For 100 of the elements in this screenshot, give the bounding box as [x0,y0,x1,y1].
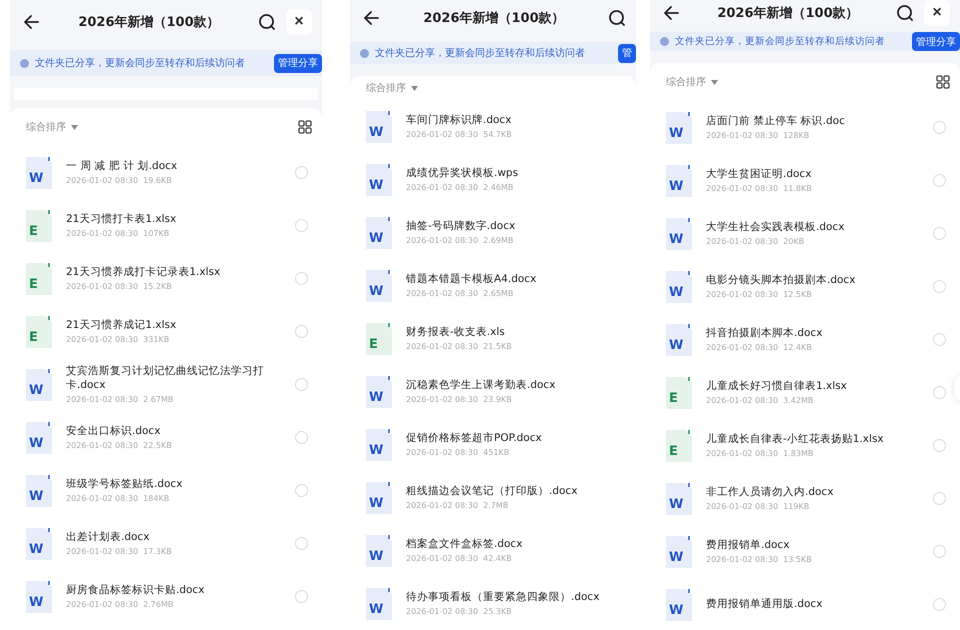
select-radio[interactable] [295,272,308,285]
word-file-icon: W [26,368,52,400]
file-row[interactable]: W 非工作人员请勿入内.docx 2026-01-02 08:30 119KB [666,472,950,525]
select-radio[interactable] [295,431,308,444]
file-row[interactable]: E 21天习惯养成记1.xlsx 2026-01-02 08:30 331KB [26,305,312,358]
file-meta: 2026-01-02 08:30 2.65MB [406,289,514,298]
back-arrow-icon[interactable] [362,9,380,28]
file-row[interactable]: W 一 周 减 肥 计 划.docx 2026-01-02 08:30 19.6KB [26,146,312,199]
search-icon[interactable] [896,4,914,22]
file-row[interactable]: W 费用报销单通用版.docx [666,578,950,630]
sort-dropdown[interactable]: 综合排序 [26,120,78,134]
file-row[interactable]: W 班级学号标签贴纸.docx 2026-01-02 08:30 184KB [26,464,312,517]
select-radio[interactable] [933,439,946,452]
word-file-icon: W [666,218,692,250]
select-radio[interactable] [295,219,308,232]
select-radio[interactable] [295,590,308,603]
close-button[interactable]: × [924,0,950,26]
file-meta: 2026-01-02 08:30 23.9KB [406,395,513,404]
grid-view-icon[interactable] [298,120,312,134]
grid-view-icon[interactable] [936,75,950,89]
file-row[interactable]: E 21天习惯养成打卡记录表1.xlsx 2026-01-02 08:30 15.2KB [26,252,312,305]
word-file-icon: W [666,482,692,514]
file-row[interactable]: W 电影分镜头脚本拍摄剧本.docx 2026-01-02 08:30 12.5KB [666,260,950,313]
file-row[interactable]: W 档案盒文件盒标签.docx 2026-01-02 08:30 42.4KB [366,524,626,577]
select-radio[interactable] [933,492,946,505]
file-row[interactable]: E 儿童成长自律表-小红花表扬贴1.xlsx 2026-01-02 08:30 1.83MB [666,419,950,472]
sort-dropdown[interactable]: 综合排序 [366,81,418,95]
spreadsheet-file-icon: E [26,262,52,294]
file-row[interactable]: W 出差计划表.docx 2026-01-02 08:30 17.3KB [26,517,312,570]
file-row[interactable]: W 促销价格标签超市POP.docx 2026-01-02 08:30 451KB [366,418,626,471]
file-row[interactable]: W 大学生社会实践表模板.docx 2026-01-02 08:30 20KB [666,207,950,260]
caret-icon [411,86,418,90]
select-radio[interactable] [933,280,946,293]
file-name: 抽签-号码牌数字.docx [406,220,516,234]
word-file-icon: W [366,482,392,514]
file-row[interactable]: E 21天习惯打卡表1.xlsx 2026-01-02 08:30 107KB [26,199,312,252]
select-radio[interactable] [933,386,946,399]
file-meta: 2026-01-02 08:30 13.5KB [706,555,813,564]
select-radio[interactable] [295,325,308,338]
search-icon[interactable] [608,9,626,28]
folder-title: 2026年新增（100款） [77,14,221,31]
file-row[interactable]: W 大学生贫困证明.docx 2026-01-02 08:30 11.8KB [666,154,950,207]
file-meta: 2026-01-02 08:30 2.76MB [66,600,174,610]
file-meta: 2026-01-02 08:30 12.5KB [706,290,813,300]
sort-dropdown[interactable]: 综合排序 [666,75,718,89]
file-name: 21天习惯打卡表1.xlsx [66,212,178,226]
file-row[interactable]: W 店面门前 禁止停车 标识.doc 2026-01-02 08:30 128KB [666,101,950,154]
info-icon [20,58,29,68]
close-button[interactable]: × [286,9,312,35]
file-row[interactable]: W 成绩优异奖状模板.wps 2026-01-02 08:30 2.46MB [366,153,626,206]
folder-title: 2026年新增（100款） [422,10,566,28]
word-file-icon: W [366,110,392,142]
file-meta: 2026-01-02 08:30 2.7MB [406,501,510,510]
file-name: 儿童成长自律表-小红花表扬贴1.xlsx [706,432,885,446]
file-meta: 2026-01-02 08:30 25.3KB [406,607,513,616]
folder-title: 2026年新增（100款） [716,4,860,22]
select-radio[interactable] [933,227,946,240]
manage-share-button[interactable]: 管 [618,44,636,63]
file-row[interactable]: W 粗线描边会议笔记（打印版）.docx 2026-01-02 08:30 2.7MB [366,471,626,524]
file-meta: 2026-01-02 08:30 22.5KB [66,441,173,450]
select-radio[interactable] [933,545,946,558]
file-row[interactable]: W 待办事项看板（重要紧急四象限）.docx 2026-01-02 08:30 25.3KB [366,577,626,630]
select-radio[interactable] [933,333,946,346]
file-meta: 2026-01-02 08:30 2.67MB [66,394,174,404]
word-file-icon: W [366,588,392,620]
back-arrow-icon[interactable] [662,4,680,22]
file-row[interactable]: W 沉稳素色学生上课考勤表.docx 2026-01-02 08:30 23.9KB [366,365,626,418]
file-row[interactable]: E 财务报表-收支表.xls 2026-01-02 08:30 21.5KB [366,312,626,365]
file-row[interactable]: W 抖音拍摄剧本脚本.docx 2026-01-02 08:30 12.4KB [666,313,950,366]
file-row[interactable]: W 抽签-号码牌数字.docx 2026-01-02 08:30 2.69MB [366,206,626,259]
select-radio[interactable] [295,484,308,497]
manage-share-button[interactable]: 管理分享 [912,32,960,51]
word-file-icon: W [666,112,692,144]
file-meta: 2026-01-02 08:30 12.4KB [706,343,813,352]
select-radio[interactable] [933,174,946,187]
file-row[interactable]: W 艾宾浩斯复习计划记忆曲线记忆法学习打卡.docx 2026-01-02 08:30 2.67MB [26,358,312,411]
file-meta: 2026-01-02 08:30 3.42MB [706,396,814,406]
file-name: 档案盒文件盒标签.docx [406,538,524,552]
file-row[interactable]: W 厨房食品标签标识卡贴.docx 2026-01-02 08:30 2.76MB [26,570,312,623]
file-meta: 2026-01-02 08:30 128KB [706,131,810,140]
back-arrow-icon[interactable] [22,13,40,31]
select-radio[interactable] [295,378,308,391]
select-radio[interactable] [933,598,946,611]
file-row[interactable]: W 安全出口标识.docx 2026-01-02 08:30 22.5KB [26,411,312,464]
file-meta: 2026-01-02 08:30 184KB [66,494,170,504]
search-icon[interactable] [258,13,276,31]
select-radio[interactable] [295,166,308,179]
file-name: 粗线描边会议笔记（打印版）.docx [406,484,578,498]
manage-share-button[interactable]: 管理分享 [274,54,322,72]
caret-icon [711,80,718,84]
word-file-icon: W [26,474,52,506]
file-row[interactable]: E 儿童成长好习惯自律表1.xlsx 2026-01-02 08:30 3.42MB [666,366,950,419]
word-file-icon: W [366,216,392,248]
file-row[interactable]: W 错题本错题卡模板A4.docx 2026-01-02 08:30 2.65MB [366,259,626,312]
file-name: 非工作人员请勿入内.docx [706,486,834,500]
select-radio[interactable] [933,121,946,134]
select-radio[interactable] [295,537,308,550]
file-meta: 2026-01-02 08:30 15.2KB [66,282,173,292]
file-row[interactable]: W 费用报销单.docx 2026-01-02 08:30 13.5KB [666,525,950,578]
file-row[interactable]: W 车间门牌标识牌.docx 2026-01-02 08:30 54.7KB [366,100,626,153]
